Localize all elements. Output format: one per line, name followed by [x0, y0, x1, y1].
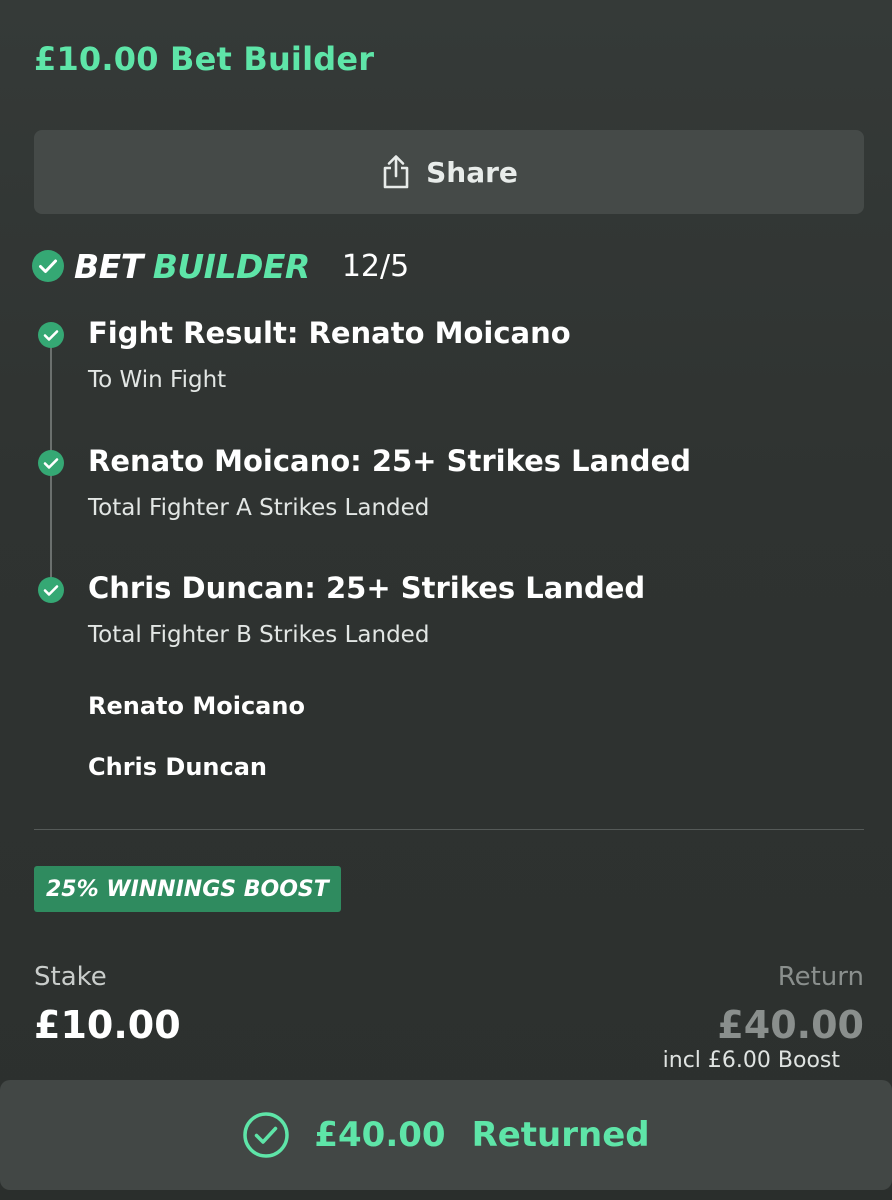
stake-value: £10.00: [34, 1003, 181, 1047]
boost-note: incl £6.00 Boost: [662, 1048, 840, 1073]
selection-title: Fight Result: Renato Moicano: [88, 316, 571, 350]
check-circle-icon: [38, 322, 64, 348]
bet-builder-word-bet: BET: [74, 246, 143, 286]
bet-slip-page: £10.00 Bet Builder Share BET BUILDER 12/…: [0, 0, 892, 1200]
winnings-boost-badge: 25% WINNINGS BOOST: [34, 866, 341, 912]
returned-label: Returned: [471, 1115, 650, 1155]
check-circle-icon: [32, 250, 64, 282]
check-circle-icon: [38, 577, 64, 603]
selection-subtitle: To Win Fight: [88, 367, 227, 393]
bottom-edge: [0, 1190, 892, 1200]
page-title: £10.00 Bet Builder: [34, 40, 375, 78]
selection-subtitle: Total Fighter B Strikes Landed: [88, 622, 430, 648]
selection-subtitle: Total Fighter A Strikes Landed: [88, 495, 430, 521]
bet-builder-header: BET BUILDER 12/5: [32, 244, 409, 288]
check-circle-icon: [38, 450, 64, 476]
returned-amount: £40.00: [314, 1115, 446, 1155]
returned-status-bar: £40.00 Returned: [0, 1080, 892, 1190]
check-circle-icon: [243, 1112, 290, 1158]
selection-title: Renato Moicano: 25+ Strikes Landed: [88, 444, 691, 478]
bet-builder-word-builder: BUILDER: [152, 246, 311, 286]
return-label: Return: [777, 962, 864, 992]
fighter-name: Chris Duncan: [88, 753, 268, 781]
divider: [34, 829, 864, 830]
share-button[interactable]: Share: [34, 130, 864, 214]
return-value: £40.00: [717, 1003, 864, 1047]
stake-label: Stake: [34, 962, 107, 992]
share-label: Share: [426, 155, 518, 189]
bet-odds: 12/5: [341, 248, 410, 284]
fighter-name: Renato Moicano: [88, 692, 305, 720]
share-icon: [383, 155, 409, 189]
selection-title: Chris Duncan: 25+ Strikes Landed: [88, 571, 646, 605]
